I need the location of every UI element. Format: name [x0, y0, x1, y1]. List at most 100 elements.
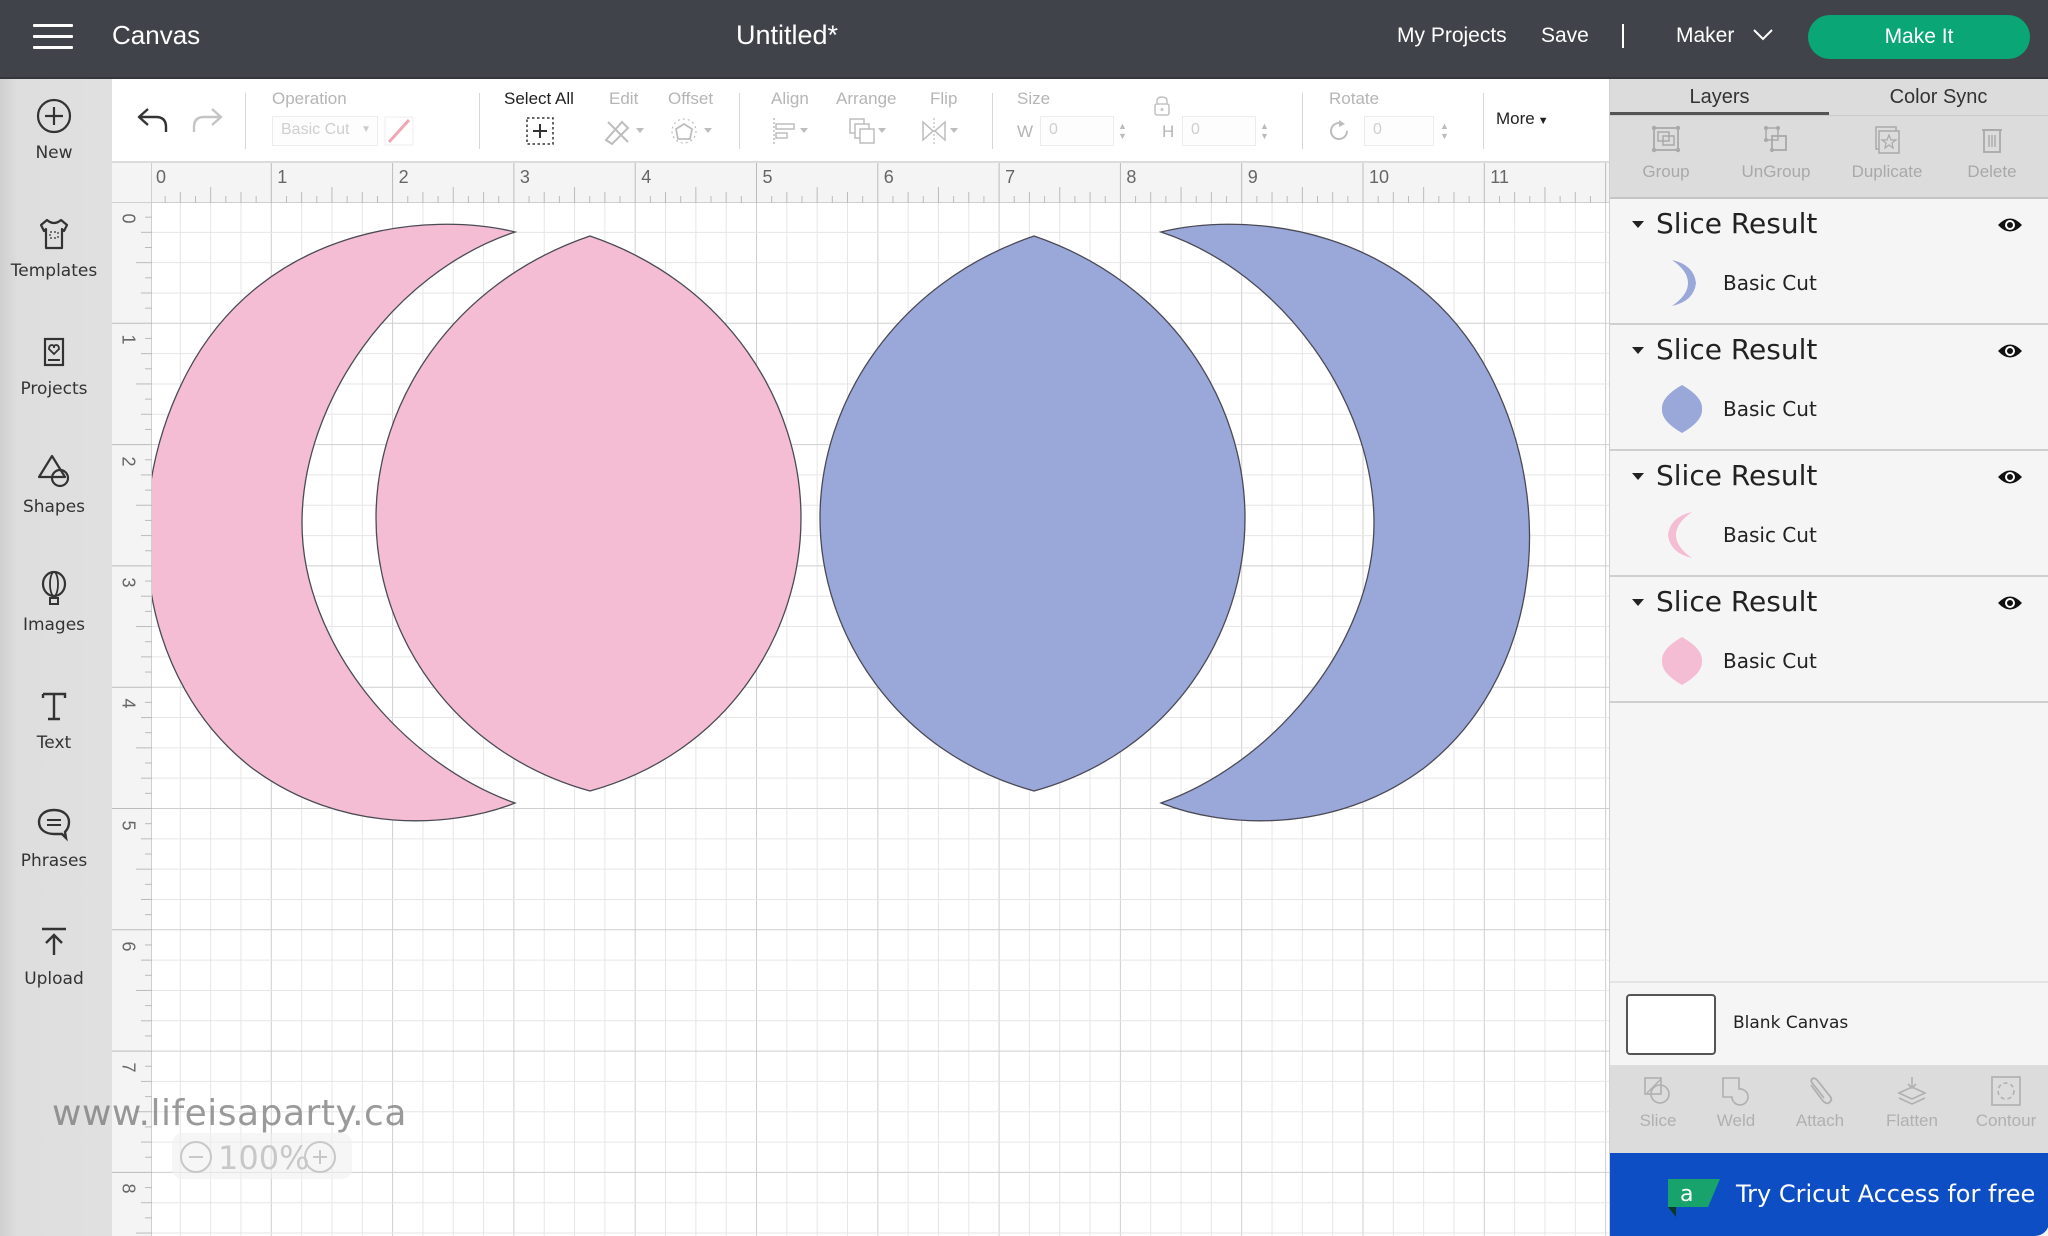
height-stepper[interactable]: ▲ ▼	[1260, 121, 1269, 141]
flip-label: Flip	[930, 89, 958, 108]
eye-icon[interactable]	[1996, 341, 2024, 361]
collapse-caret-icon[interactable]	[1632, 347, 1644, 354]
align-label: Align	[771, 89, 809, 108]
layer-title[interactable]: Slice Result	[1656, 459, 1817, 492]
rotate-input[interactable]: 0	[1364, 116, 1434, 146]
sidebar-item-new[interactable]: New	[0, 97, 108, 187]
canvas-shapes	[145, 223, 1531, 822]
collapse-caret-icon[interactable]	[1632, 473, 1644, 480]
flatten-button[interactable]: Flatten	[1872, 1075, 1952, 1131]
layer-title[interactable]: Slice Result	[1656, 207, 1817, 240]
zoom-level: 100%	[218, 1139, 310, 1177]
zoom-in-button[interactable]	[304, 1141, 336, 1173]
height-input[interactable]: 0	[1182, 116, 1256, 146]
edit-icon[interactable]	[602, 116, 648, 146]
layer-operation[interactable]: Basic Cut	[1723, 271, 1817, 295]
undo-icon[interactable]	[136, 105, 170, 135]
blank-canvas-row[interactable]: Blank Canvas	[1610, 981, 2048, 1065]
operation-select[interactable]: Basic Cut ▼	[272, 116, 378, 146]
operation-color-swatch[interactable]	[384, 116, 414, 146]
zoom-out-button[interactable]	[180, 1141, 212, 1173]
toolbar-divider	[992, 93, 993, 149]
rotate-icon[interactable]	[1327, 119, 1351, 143]
layer-title[interactable]: Slice Result	[1656, 333, 1817, 366]
my-projects-link[interactable]: My Projects	[1397, 24, 1507, 48]
rotate-label: Rotate	[1329, 89, 1380, 108]
collapse-caret-icon[interactable]	[1632, 599, 1644, 606]
layer-row[interactable]: Slice Result Basic Cut	[1610, 199, 2048, 325]
layer-title[interactable]: Slice Result	[1656, 585, 1817, 618]
tshirt-icon	[39, 218, 69, 250]
slice-label: Slice	[1639, 1111, 1677, 1130]
sidebar-item-phrases[interactable]: Phrases	[0, 805, 108, 895]
layer-operation[interactable]: Basic Cut	[1723, 523, 1817, 547]
ruler-number: 8	[1126, 167, 1137, 187]
ruler-number: 3	[519, 167, 530, 187]
duplicate-button[interactable]: Duplicate	[1837, 124, 1937, 182]
eye-icon[interactable]	[1996, 215, 2024, 235]
width-input[interactable]: 0	[1040, 116, 1114, 146]
group-button[interactable]: Group	[1616, 124, 1716, 182]
make-it-button[interactable]: Make It	[1808, 15, 2030, 59]
rotate-stepper[interactable]: ▲ ▼	[1440, 121, 1449, 141]
redo-icon[interactable]	[190, 105, 224, 135]
save-button[interactable]: Save	[1541, 24, 1589, 48]
attach-button[interactable]: Attach	[1780, 1075, 1860, 1131]
app-title: Canvas	[112, 20, 201, 50]
select-all-icon[interactable]	[525, 116, 555, 146]
left-sidebar: New Templates Projects Shapes Images Tex…	[0, 79, 112, 1236]
delete-button[interactable]: Delete	[1942, 124, 2042, 182]
weld-button[interactable]: Weld	[1696, 1075, 1776, 1131]
blue-lens-shape[interactable]	[819, 235, 1246, 792]
delete-label: Delete	[1967, 162, 2017, 181]
sidebar-label: Templates	[10, 261, 98, 281]
sidebar-item-shapes[interactable]: Shapes	[0, 451, 108, 541]
ruler-number: 8	[118, 1183, 139, 1194]
offset-icon[interactable]	[670, 116, 716, 146]
design-canvas[interactable]: 0 1 2 3 4 5 6 7 8 9 10 11 0 1 2 3 4 5 6 7 8 100%	[112, 163, 1609, 1236]
cricut-access-banner[interactable]: a Try Cricut Access for free	[1610, 1153, 2048, 1236]
sidebar-item-text[interactable]: Text	[0, 687, 108, 777]
menu-icon[interactable]	[33, 24, 73, 50]
crescent-right-thumbnail-icon	[1672, 260, 1696, 306]
machine-selector[interactable]: Maker	[1676, 24, 1734, 48]
slice-button[interactable]: Slice	[1618, 1075, 1698, 1131]
paperclip-icon	[1810, 1077, 1833, 1105]
sidebar-item-images[interactable]: Images	[0, 569, 108, 659]
tab-layers[interactable]: Layers	[1610, 79, 1829, 115]
eye-icon[interactable]	[1996, 593, 2024, 613]
sidebar-item-upload[interactable]: Upload	[0, 923, 108, 1013]
contour-label: Contour	[1975, 1111, 2037, 1130]
layer-row[interactable]: Slice Result Basic Cut	[1610, 577, 2048, 703]
ruler-number: 6	[883, 167, 894, 187]
sidebar-label: Phrases	[20, 851, 88, 871]
sidebar-label: Images	[22, 615, 86, 635]
lock-icon[interactable]	[1152, 95, 1172, 117]
sidebar-item-projects[interactable]: Projects	[0, 333, 108, 423]
eye-icon[interactable]	[1996, 467, 2024, 487]
svg-text:a: a	[1680, 1182, 1693, 1207]
layer-operation[interactable]: Basic Cut	[1723, 649, 1817, 673]
collapse-caret-icon[interactable]	[1632, 221, 1644, 228]
chevron-down-icon[interactable]	[1752, 26, 1774, 42]
layer-row[interactable]: Slice Result Basic Cut	[1610, 451, 2048, 577]
ruler-number: 2	[118, 456, 139, 467]
more-menu-button[interactable]: More ▼	[1496, 109, 1549, 129]
align-icon[interactable]	[770, 116, 816, 146]
layer-actions-bar: Group UnGroup Duplicate Delete	[1610, 115, 2048, 199]
caret-down-icon: ▼	[1537, 115, 1549, 127]
flip-icon[interactable]	[920, 116, 966, 146]
blank-canvas-swatch[interactable]	[1626, 994, 1716, 1055]
arrange-icon[interactable]	[846, 116, 892, 146]
tab-color-sync[interactable]: Color Sync	[1829, 79, 2048, 115]
duplicate-icon	[1875, 126, 1900, 154]
width-stepper[interactable]: ▲ ▼	[1118, 121, 1127, 141]
sidebar-item-templates[interactable]: Templates	[0, 215, 108, 305]
layer-row[interactable]: Slice Result Basic Cut	[1610, 325, 2048, 451]
contour-button[interactable]: Contour	[1966, 1075, 2046, 1131]
ruler-number: 5	[118, 819, 139, 830]
layer-operation[interactable]: Basic Cut	[1723, 397, 1817, 421]
more-label: More	[1496, 109, 1535, 128]
ungroup-button[interactable]: UnGroup	[1726, 124, 1826, 182]
pink-lens-shape[interactable]	[375, 235, 802, 792]
